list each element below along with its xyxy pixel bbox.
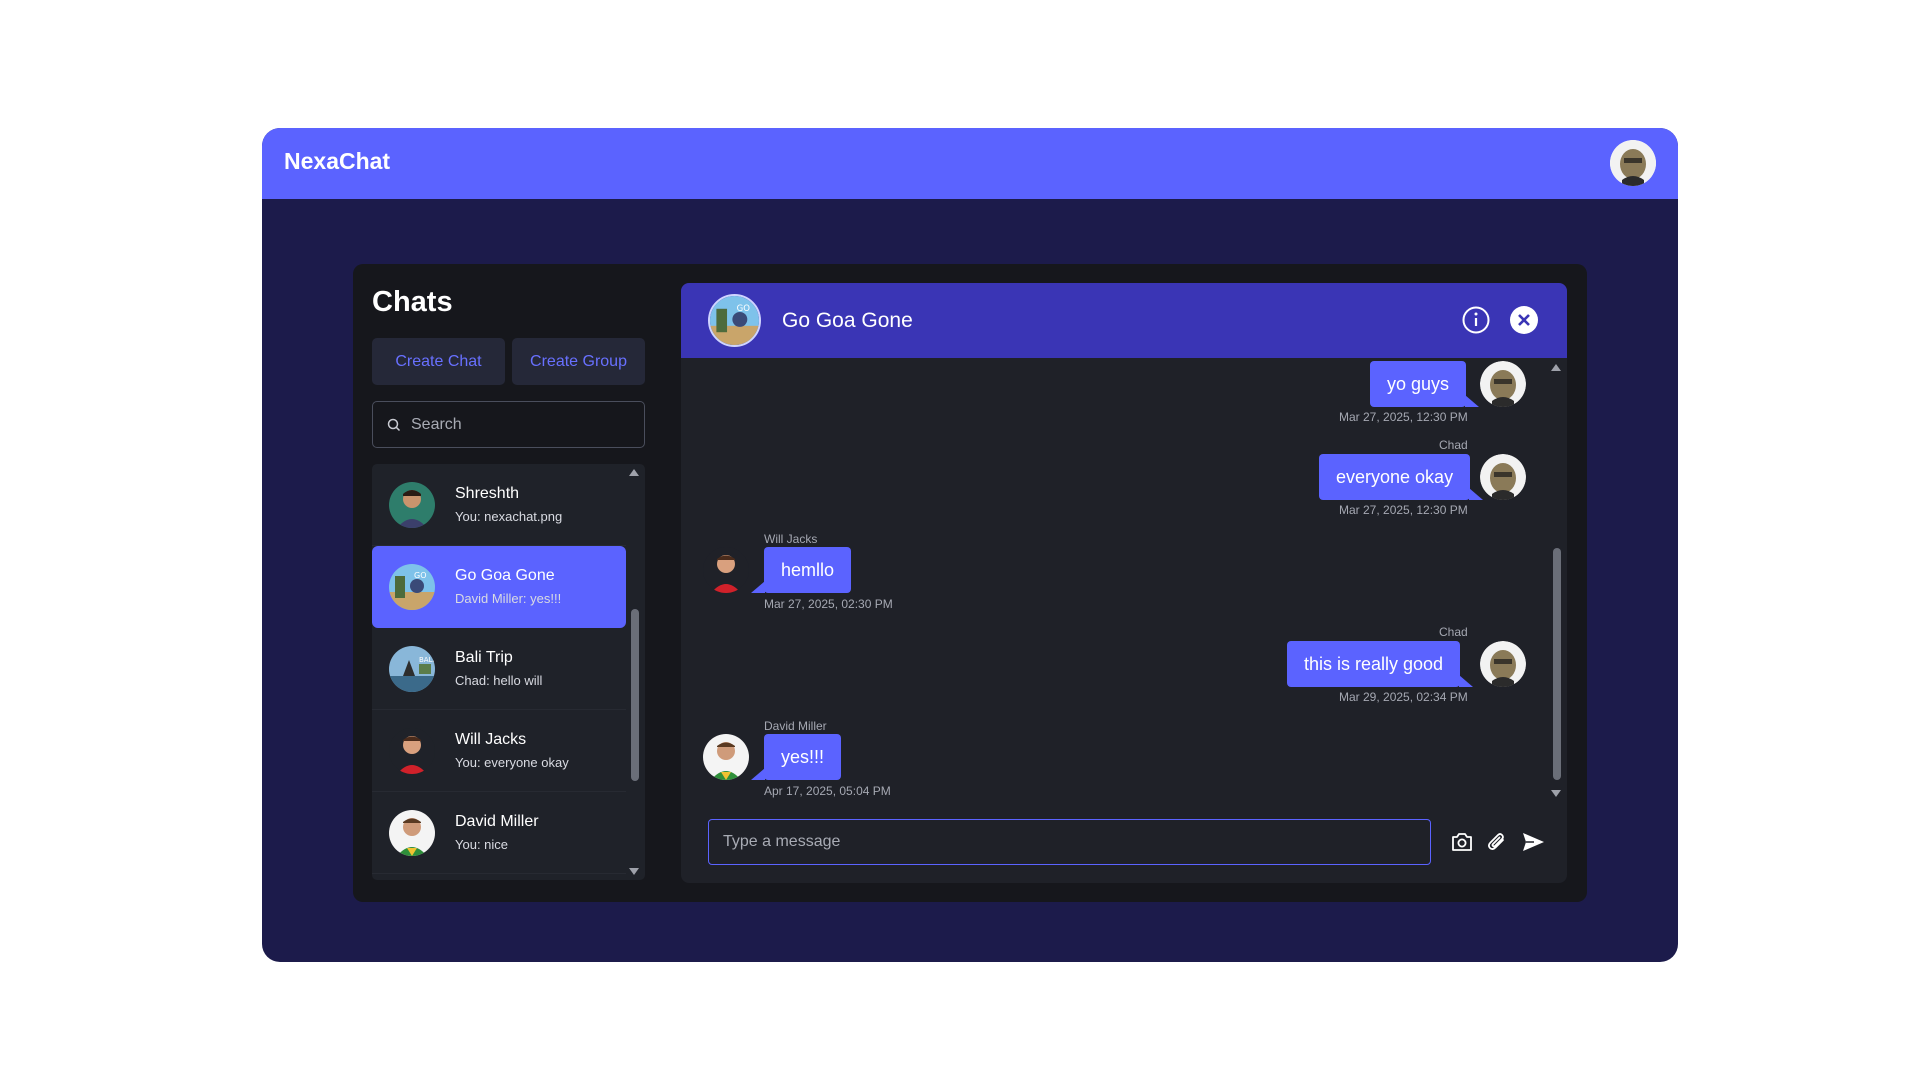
svg-text:GO: GO xyxy=(414,571,427,580)
chat-avatar xyxy=(389,810,435,856)
send-icon[interactable] xyxy=(1520,829,1546,855)
message-avatar xyxy=(1480,454,1526,500)
message-text: this is really good xyxy=(1304,653,1444,674)
chat-last-message: You: nice xyxy=(455,837,509,852)
chat-name: Go Goa Gone xyxy=(455,567,555,584)
message-bubble: yes!!! xyxy=(751,734,842,780)
message-timestamp: Mar 27, 2025, 12:30 PM xyxy=(1339,410,1468,424)
chat-name: Bali Trip xyxy=(455,649,513,666)
message-timestamp: Mar 27, 2025, 02:30 PM xyxy=(764,597,893,611)
message-text: hemllo xyxy=(781,559,835,580)
chat-list-item-go-goa-gone[interactable]: GO Go Goa Gone David Miller: yes!!! xyxy=(372,546,626,628)
chat-name: Will Jacks xyxy=(455,731,527,748)
search-input[interactable] xyxy=(411,402,636,447)
chat-name: Shreshth xyxy=(455,485,520,502)
create-group-button[interactable]: Create Group xyxy=(512,338,645,385)
search-icon xyxy=(387,418,401,432)
paperclip-icon[interactable] xyxy=(1484,829,1510,855)
top-bar: NexaChat xyxy=(262,128,1678,199)
chat-last-message: You: everyone okay xyxy=(455,755,569,770)
close-icon[interactable] xyxy=(1509,305,1539,335)
message-avatar xyxy=(1480,361,1526,407)
message-sender: Chad xyxy=(1439,438,1468,452)
create-chat-button[interactable]: Create Chat xyxy=(372,338,505,385)
conversation-header: GO Go Goa Gone xyxy=(681,283,1567,358)
conversation-avatar[interactable]: GO xyxy=(708,294,761,347)
message-timestamp: Apr 17, 2025, 05:04 PM xyxy=(764,784,891,798)
chat-list-item-bali-trip[interactable]: BALI Bali Trip Chad: hello will xyxy=(372,628,626,710)
scroll-down-arrow-icon[interactable] xyxy=(1551,790,1561,797)
message-scrollbar[interactable] xyxy=(1553,548,1561,780)
user-avatar[interactable] xyxy=(1610,140,1656,186)
chat-avatar xyxy=(389,482,435,528)
chat-last-message: You: nexachat.png xyxy=(455,509,563,524)
message-composer xyxy=(708,819,1431,865)
chat-name: David Miller xyxy=(455,813,539,830)
message-avatar xyxy=(1480,641,1526,687)
message-timestamp: Mar 29, 2025, 02:34 PM xyxy=(1339,690,1468,704)
message-sender: David Miller xyxy=(764,719,827,733)
scroll-up-arrow-icon[interactable] xyxy=(629,469,639,476)
message-area: yo guys Mar 27, 2025, 12:30 PM Chad ever… xyxy=(681,358,1567,803)
chat-list-item-david-miller[interactable]: David Miller You: nice xyxy=(372,792,626,874)
chat-avatar: GO xyxy=(389,564,435,610)
message-avatar xyxy=(703,734,749,780)
chat-list: Shreshth You: nexachat.png GO Go Goa Gon… xyxy=(372,464,645,880)
chat-avatar: BALI xyxy=(389,646,435,692)
chats-heading: Chats xyxy=(372,286,453,318)
message-bubble: yo guys xyxy=(1370,361,1480,407)
message-sender: Chad xyxy=(1439,625,1468,639)
info-icon[interactable] xyxy=(1461,305,1491,335)
camera-icon[interactable] xyxy=(1449,829,1475,855)
message-text: everyone okay xyxy=(1336,466,1454,487)
message-sender: Will Jacks xyxy=(764,532,818,546)
app-window: NexaChat Chats Create Chat Create Group xyxy=(262,128,1678,962)
conversation-title: Go Goa Gone xyxy=(782,309,913,332)
avatar-image xyxy=(1610,140,1656,186)
brand-logo-text: NexaChat xyxy=(284,148,391,174)
message-bubble: hemllo xyxy=(751,547,852,593)
chat-list-item-shreshth[interactable]: Shreshth You: nexachat.png xyxy=(372,464,626,546)
message-bubble: everyone okay xyxy=(1319,454,1484,500)
message-input[interactable] xyxy=(709,820,1430,864)
chat-list-item-will-jacks[interactable]: Will Jacks You: everyone okay xyxy=(372,710,626,792)
scroll-down-arrow-icon[interactable] xyxy=(629,868,639,875)
message-avatar xyxy=(703,547,749,593)
chat-avatar xyxy=(389,728,435,774)
message-text: yes!!! xyxy=(781,746,825,767)
svg-text:GO: GO xyxy=(737,304,751,314)
svg-text:BALI: BALI xyxy=(419,656,435,664)
chat-last-message: Chad: hello will xyxy=(455,673,543,688)
message-timestamp: Mar 27, 2025, 12:30 PM xyxy=(1339,503,1468,517)
chat-panel: Chats Create Chat Create Group Shreshth … xyxy=(353,264,1587,902)
conversation-pane: GO Go Goa Gone yo guys Mar 27, 2025, 12:… xyxy=(681,283,1567,883)
chat-list-scrollbar[interactable] xyxy=(631,609,639,781)
chat-last-message: David Miller: yes!!! xyxy=(455,591,562,606)
search-box xyxy=(372,401,645,448)
message-bubble: this is really good xyxy=(1287,641,1474,687)
scroll-up-arrow-icon[interactable] xyxy=(1551,364,1561,371)
message-text: yo guys xyxy=(1387,373,1450,394)
